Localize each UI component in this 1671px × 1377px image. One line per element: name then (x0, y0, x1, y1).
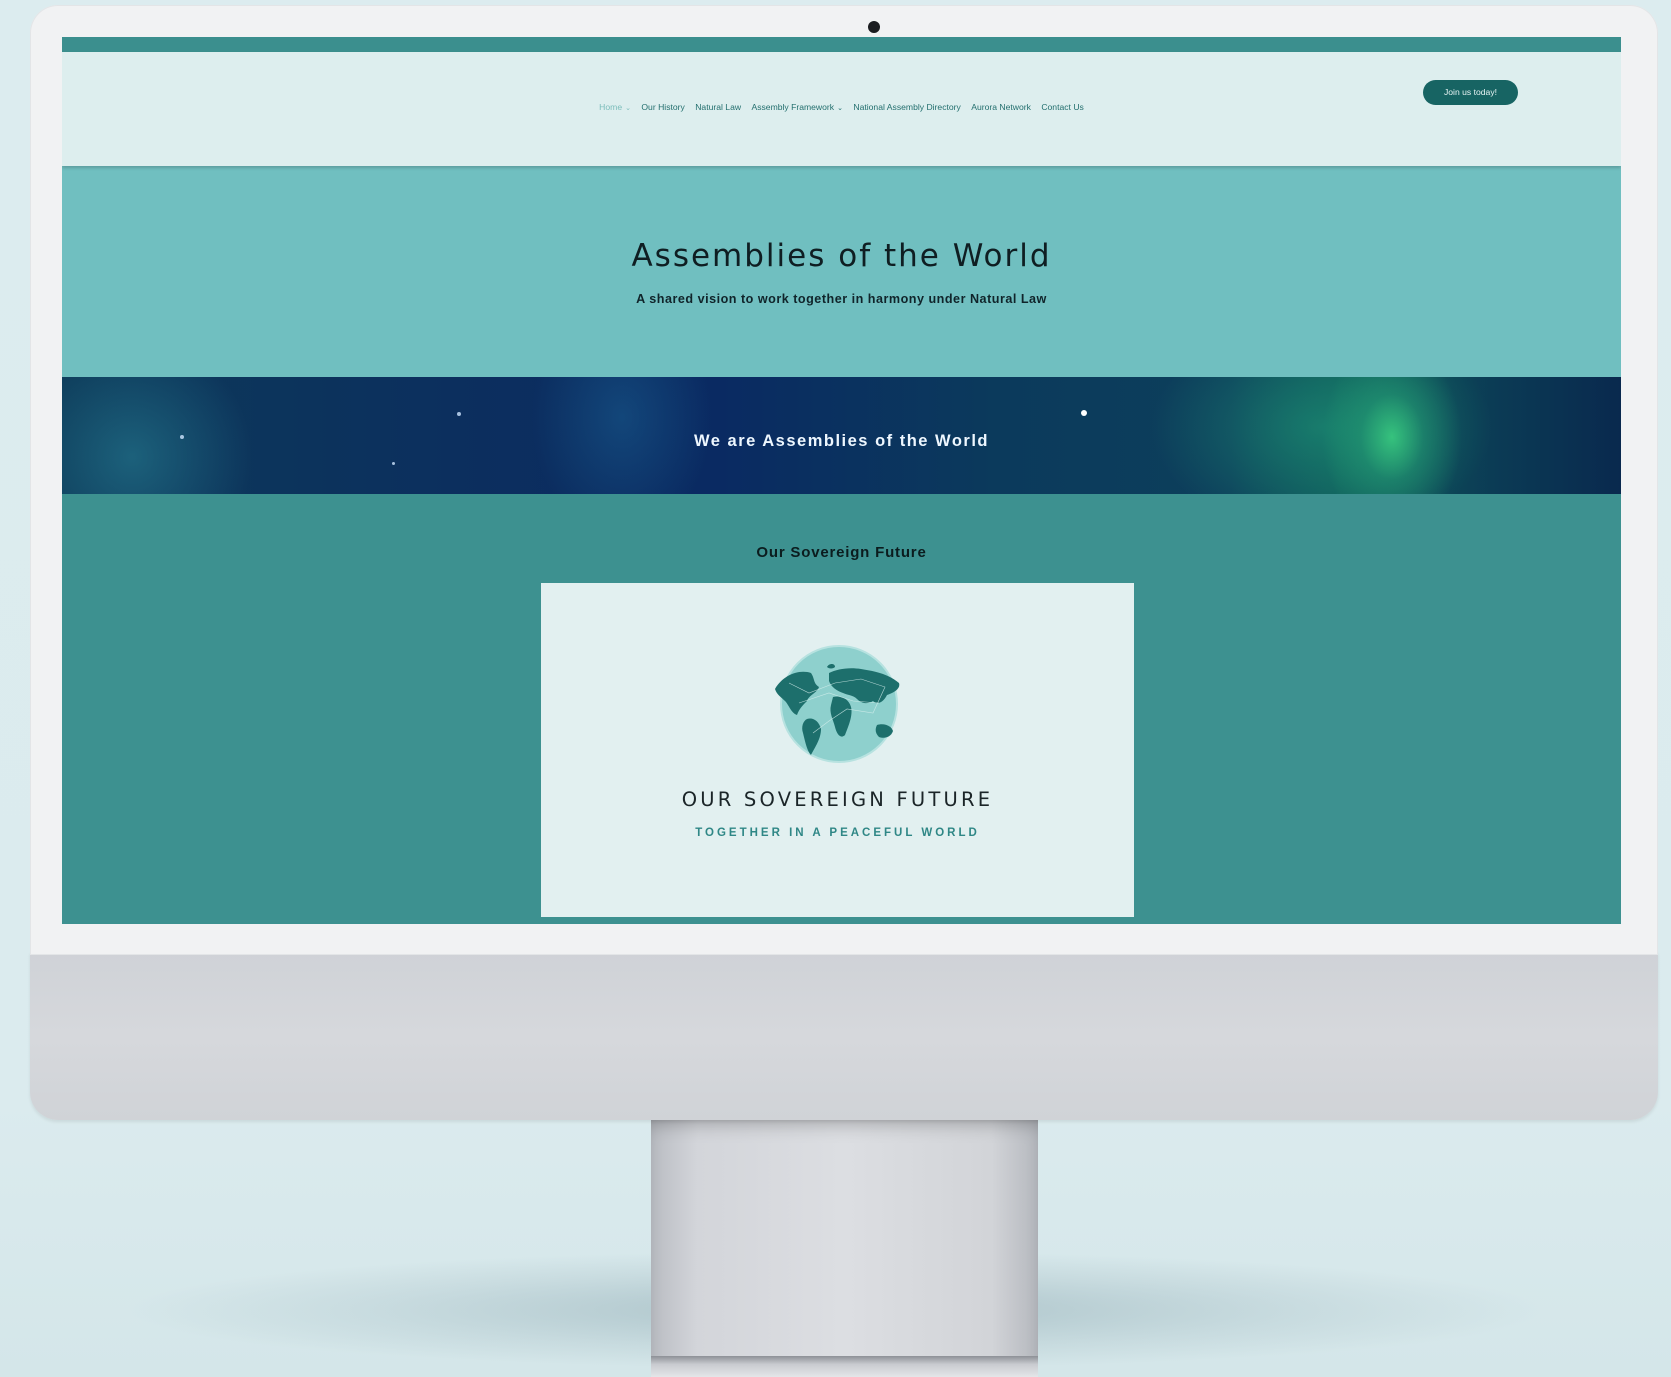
nav-item-natural-law[interactable]: Natural Law (695, 102, 741, 112)
page-title: Assemblies of the World (631, 238, 1052, 274)
main-nav: Home ⌄ Our History Natural Law Assembly F… (62, 102, 1621, 112)
imac-chin (30, 952, 1658, 1120)
sovereign-section: Our Sovereign Future OUR SOVEREIGN FUTUR… (62, 494, 1621, 924)
card-subtitle: TOGETHER IN A PEACEFUL WORLD (695, 827, 980, 839)
nav-item-aurora-network[interactable]: Aurora Network (971, 102, 1031, 112)
star-dot (392, 462, 395, 465)
card-title: OUR SOVEREIGN FUTURE (681, 788, 994, 811)
nav-item-national-assembly-directory[interactable]: National Assembly Directory (853, 102, 960, 112)
hero-subtitle: A shared vision to work together in harm… (636, 292, 1047, 306)
nav-item-contact-us[interactable]: Contact Us (1041, 102, 1084, 112)
aurora-banner: We are Assemblies of the World (62, 377, 1621, 494)
star-dot (1081, 410, 1087, 416)
nav-item-home[interactable]: Home ⌄ (599, 102, 631, 112)
camera-icon (868, 21, 880, 33)
banner-text: We are Assemblies of the World (693, 432, 989, 450)
nav-item-assembly-framework[interactable]: Assembly Framework ⌄ (751, 102, 843, 112)
chevron-down-icon: ⌄ (625, 105, 631, 112)
star-dot (457, 412, 461, 416)
hero-section: Assemblies of the World A shared vision … (62, 166, 1621, 377)
chevron-down-icon: ⌄ (837, 105, 843, 112)
section-title: Our Sovereign Future (756, 544, 927, 561)
imac-stand-foot (651, 1356, 1038, 1377)
top-strip (62, 37, 1621, 52)
nav-item-label: Assembly Framework (751, 102, 835, 112)
imac-stand (651, 1118, 1038, 1377)
site-header: Home ⌄ Our History Natural Law Assembly F… (62, 52, 1621, 166)
website-screen: Home ⌄ Our History Natural Law Assembly F… (62, 37, 1621, 924)
globe-icon (775, 645, 900, 763)
join-us-button[interactable]: Join us today! (1423, 80, 1518, 105)
feature-card: OUR SOVEREIGN FUTURE TOGETHER IN A PEACE… (541, 583, 1134, 917)
nav-item-label: Home (599, 102, 623, 112)
nav-item-our-history[interactable]: Our History (641, 102, 684, 112)
